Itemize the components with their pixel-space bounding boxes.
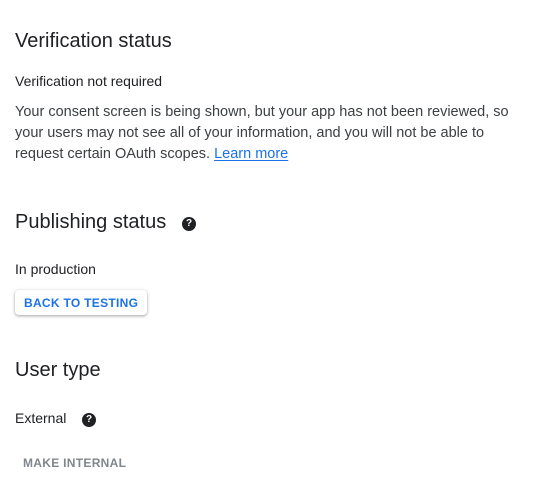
publishing-status-heading: Publishing status [15,211,167,233]
help-circle-icon[interactable]: ? [82,413,96,427]
learn-more-link[interactable]: Learn more [214,146,288,162]
back-to-testing-button[interactable]: BACK TO TESTING [15,290,148,315]
verification-description: Your consent screen is being shown, but … [15,102,527,165]
verification-state-label: Verification not required [15,73,163,89]
user-type-heading: User type [15,359,101,381]
publishing-status-value: In production [15,261,96,277]
make-internal-button[interactable]: MAKE INTERNAL [15,451,134,475]
help-circle-icon[interactable]: ? [182,217,196,231]
user-type-value: External [15,410,67,426]
verification-status-heading: Verification status [15,30,172,52]
